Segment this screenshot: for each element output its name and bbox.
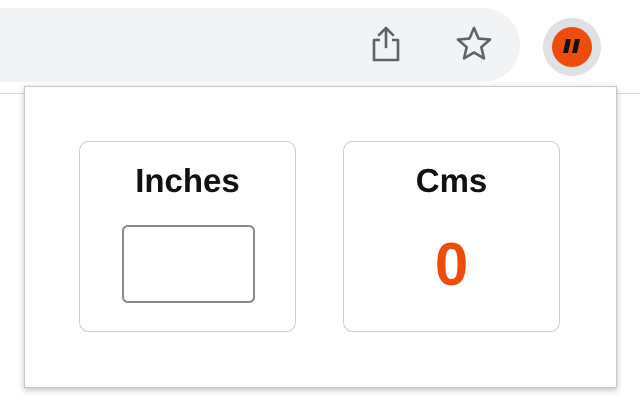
- cms-value: 0: [434, 231, 469, 298]
- extension-popup: Inches Cms 0: [24, 86, 617, 388]
- extension-button[interactable]: [543, 18, 601, 76]
- browser-toolbar: [0, 0, 640, 94]
- bookmark-star-button[interactable]: [452, 24, 496, 68]
- share-icon: [369, 25, 403, 68]
- inches-title: Inches: [135, 162, 240, 199]
- inches-card: Inches: [79, 141, 296, 332]
- star-icon: [455, 25, 493, 68]
- quote-logo-icon: [552, 27, 592, 67]
- inches-input[interactable]: [122, 225, 255, 303]
- cms-title: Cms: [415, 162, 488, 199]
- address-bar[interactable]: [0, 8, 520, 82]
- share-button[interactable]: [364, 24, 408, 68]
- cms-card: Cms 0: [343, 141, 560, 332]
